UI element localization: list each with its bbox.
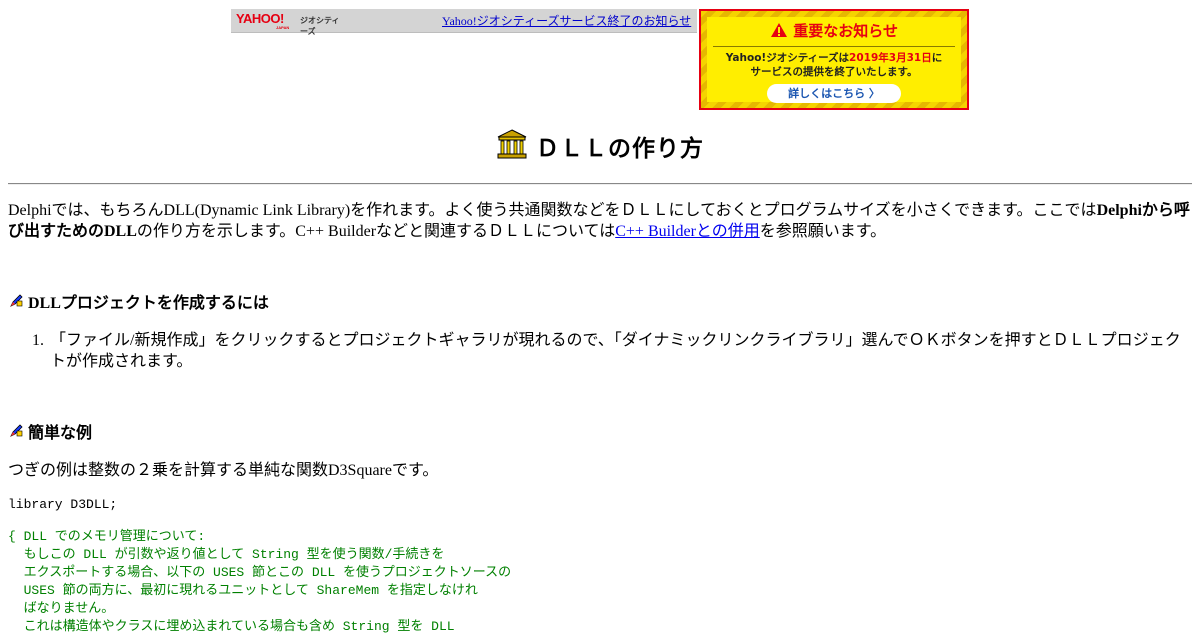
- example-description: つぎの例は整数の２乗を計算する単純な関数D3Squareです。: [8, 462, 439, 479]
- notice-title: 重要なお知らせ: [707, 22, 961, 40]
- section-heading-create-project: DLLプロジェクトを作成するには: [8, 293, 269, 314]
- intro-paragraph: Delphiでは、もちろんDLL(Dynamic Link Library)を作…: [8, 200, 1192, 242]
- notice-divider: [713, 46, 955, 47]
- page-title: ＤＬＬの作り方: [0, 128, 1200, 163]
- notice-line1-prefix: Yahoo!ジオシティーズは: [725, 52, 850, 64]
- logo-yahoo-text: YAHOO!: [236, 11, 284, 26]
- notice-panel: 重要なお知らせ Yahoo!ジオシティーズは2019年3月31日に サービスの提…: [707, 17, 961, 103]
- notice-title-text: 重要なお知らせ: [793, 22, 898, 40]
- warning-icon: [771, 23, 788, 37]
- details-button[interactable]: 詳しくはこちら 〉: [767, 84, 901, 103]
- section-title: 簡単な例: [28, 425, 93, 442]
- geocities-banner: YAHOO! JAPAN ジオシティーズ Yahoo!ジオシティーズサービス終了…: [231, 9, 697, 36]
- list-item-number: 1.: [32, 332, 44, 349]
- code-line-library: library D3DLL;: [8, 497, 118, 512]
- horizontal-rule: [8, 183, 1192, 185]
- notice-body: Yahoo!ジオシティーズは2019年3月31日に サービスの提供を終了いたしま…: [707, 51, 961, 79]
- notice-line1-suffix: に: [931, 52, 943, 64]
- cpp-builder-link[interactable]: C++ Builderとの併用: [615, 223, 760, 240]
- pencil-icon: [8, 423, 24, 439]
- intro-text-2: の作り方を示します。C++ Builderなどと関連するＤＬＬについては: [136, 223, 616, 240]
- service-end-link[interactable]: Yahoo!ジオシティーズサービス終了のお知らせ: [442, 12, 691, 29]
- code-comment-block: { DLL でのメモリ管理について: もしこの DLL が引数や返り値として S…: [8, 529, 512, 634]
- section-title: DLLプロジェクトを作成するには: [28, 295, 269, 312]
- intro-text-1: Delphiでは、もちろんDLL(Dynamic Link Library)を作…: [8, 202, 1097, 219]
- temple-icon: [497, 129, 527, 159]
- yahoo-geocities-logo[interactable]: YAHOO! JAPAN ジオシティーズ: [236, 11, 346, 36]
- important-notice-banner[interactable]: 重要なお知らせ Yahoo!ジオシティーズは2019年3月31日に サービスの提…: [699, 9, 969, 110]
- logo-japan-text: JAPAN: [276, 25, 290, 30]
- list-item-text: 「ファイル/新規作成」をクリックするとプロジェクトギャラリが現れるので、「ダイナ…: [50, 332, 1181, 370]
- notice-end-date: 2019年3月31日: [849, 52, 932, 64]
- pencil-icon: [8, 293, 24, 309]
- notice-line-1: Yahoo!ジオシティーズは2019年3月31日に: [707, 51, 961, 65]
- logo-geocities-text: ジオシティーズ: [300, 16, 340, 36]
- section-heading-simple-example: 簡単な例: [8, 423, 92, 444]
- intro-text-3: を参照願います。: [759, 223, 887, 240]
- notice-line-2: サービスの提供を終了いたします。: [750, 66, 918, 78]
- page-title-text: ＤＬＬの作り方: [536, 136, 704, 162]
